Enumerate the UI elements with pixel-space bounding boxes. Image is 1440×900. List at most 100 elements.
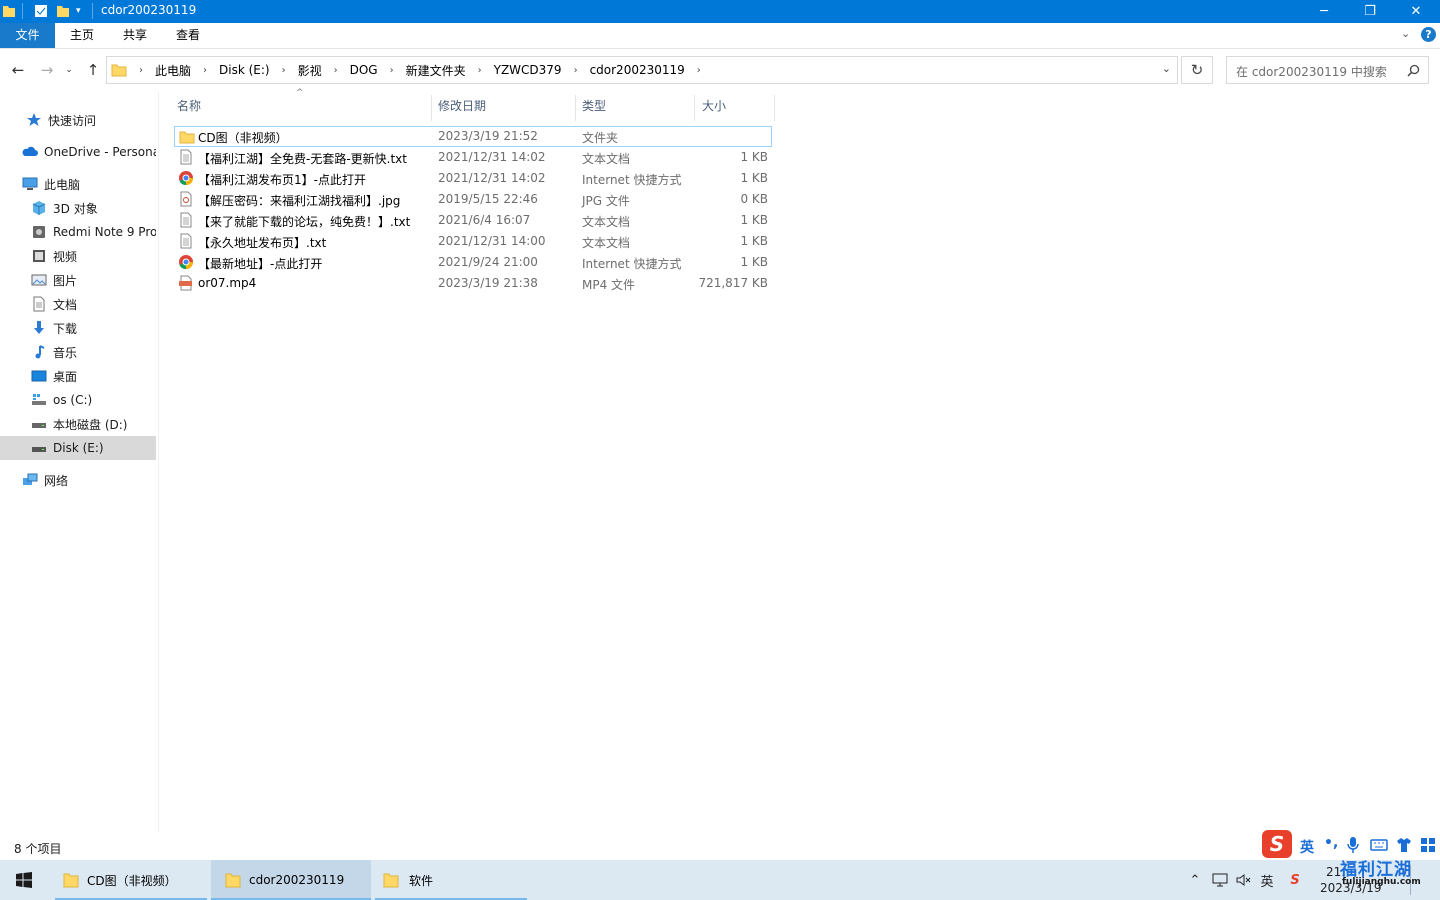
nav-drive-c[interactable]: os (C:) bbox=[0, 388, 156, 412]
chevron-right-icon[interactable]: › bbox=[282, 65, 286, 76]
chevron-right-icon[interactable]: › bbox=[697, 65, 701, 76]
start-button[interactable] bbox=[0, 860, 48, 900]
ime-language-toggle[interactable]: 英 bbox=[1300, 837, 1314, 857]
properties-icon[interactable] bbox=[34, 3, 48, 19]
chevron-right-icon[interactable]: › bbox=[478, 65, 482, 76]
address-history-dropdown-icon[interactable]: ⌄ bbox=[1162, 62, 1171, 75]
sogou-logo-icon[interactable]: S bbox=[1262, 830, 1292, 858]
nav-redmi-phone[interactable]: Redmi Note 9 Pro bbox=[0, 220, 156, 244]
file-row[interactable]: 【福利江湖发布页1】-点此打开 2021/12/31 14:02 Interne… bbox=[174, 168, 772, 189]
nav-drive-e[interactable]: Disk (E:) bbox=[0, 436, 156, 460]
computer-icon bbox=[22, 177, 38, 190]
tab-home[interactable]: 主页 bbox=[62, 23, 102, 48]
nav-drive-d[interactable]: 本地磁盘 (D:) bbox=[0, 412, 156, 436]
chevron-right-icon[interactable]: › bbox=[203, 65, 207, 76]
column-divider[interactable] bbox=[575, 95, 576, 121]
quick-access-dropdown-icon[interactable]: ▾ bbox=[76, 6, 81, 22]
forward-icon[interactable]: → bbox=[38, 61, 56, 79]
close-button[interactable]: ✕ bbox=[1393, 0, 1439, 23]
nav-3d-objects[interactable]: 3D 对象 bbox=[0, 196, 156, 220]
skin-shirt-icon[interactable] bbox=[1396, 837, 1412, 853]
toolbox-grid-icon[interactable] bbox=[1420, 837, 1436, 853]
chevron-right-icon[interactable]: › bbox=[390, 65, 394, 76]
file-row[interactable]: 【永久地址发布页】.txt 2021/12/31 14:00 文本文档 1 KB bbox=[174, 231, 772, 252]
column-divider[interactable] bbox=[431, 95, 432, 121]
chevron-right-icon[interactable]: › bbox=[574, 65, 578, 76]
chevron-right-icon[interactable]: › bbox=[139, 65, 143, 76]
column-divider[interactable] bbox=[774, 95, 775, 121]
column-divider[interactable] bbox=[694, 95, 695, 121]
nav-quick-access[interactable]: 快速访问 bbox=[0, 108, 156, 132]
tab-view[interactable]: 查看 bbox=[168, 23, 208, 48]
drive-icon bbox=[32, 394, 46, 405]
file-row[interactable]: or07.mp4 2023/3/19 21:38 MP4 文件 721,817 … bbox=[174, 273, 772, 294]
drive-icon bbox=[32, 447, 46, 452]
up-icon[interactable]: ↑ bbox=[84, 61, 102, 79]
refresh-button[interactable]: ↻ bbox=[1181, 56, 1213, 84]
new-folder-icon[interactable] bbox=[56, 3, 70, 19]
taskbar: CD图（非视频） cdor200230119 软件 ⌃ 英 S 21: 2023… bbox=[0, 860, 1440, 900]
taskbar-window-cd[interactable]: CD图（非视频） bbox=[55, 860, 207, 900]
phone-icon bbox=[33, 226, 45, 238]
search-placeholder: 在 cdor200230119 中搜索 bbox=[1236, 65, 1387, 79]
ime-punctuation-toggle[interactable]: •, bbox=[1324, 835, 1338, 851]
window-title: cdor200230119 bbox=[101, 3, 197, 17]
pane-divider[interactable] bbox=[158, 92, 159, 832]
nav-music[interactable]: 音乐 bbox=[0, 340, 156, 364]
file-row[interactable]: 【来了就能下载的论坛，纯免费！】.txt 2021/6/4 16:07 文本文档… bbox=[174, 210, 772, 231]
taskbar-window-cdor[interactable]: cdor200230119 bbox=[211, 860, 371, 900]
network-icon bbox=[23, 473, 38, 485]
address-bar[interactable]: › 此电脑 › Disk (E:) › 影视 › DOG › 新建文件夹 › Y… bbox=[106, 56, 1178, 84]
taskbar-window-software[interactable]: 软件 bbox=[375, 860, 527, 900]
network-status-icon[interactable] bbox=[1210, 860, 1230, 900]
crumb-current[interactable]: cdor200230119 bbox=[590, 63, 685, 77]
chevron-right-icon[interactable]: › bbox=[334, 65, 338, 76]
file-row[interactable]: 【福利江湖】全免费-无套路-更新快.txt 2021/12/31 14:02 文… bbox=[174, 147, 772, 168]
cloud-icon bbox=[22, 146, 38, 156]
nav-documents[interactable]: 文档 bbox=[0, 292, 156, 316]
folder-icon bbox=[383, 873, 399, 888]
minimize-button[interactable]: ─ bbox=[1301, 0, 1347, 23]
crumb-this-pc[interactable]: 此电脑 bbox=[155, 62, 191, 79]
tray-overflow-icon[interactable]: ⌃ bbox=[1186, 860, 1204, 900]
folder-icon bbox=[3, 6, 15, 17]
ribbon: 文件 主页 共享 查看 ⌄ ? bbox=[0, 23, 1440, 49]
volume-muted-icon[interactable] bbox=[1234, 860, 1254, 900]
nav-this-pc[interactable]: 此电脑 bbox=[0, 172, 156, 196]
keyboard-icon[interactable] bbox=[1370, 839, 1388, 851]
maximize-button[interactable]: ❐ bbox=[1347, 0, 1393, 23]
sogou-ime-icon[interactable]: S bbox=[1284, 860, 1306, 900]
chevron-down-icon[interactable]: ⌄ bbox=[1401, 27, 1410, 40]
nav-videos[interactable]: 视频 bbox=[0, 244, 156, 268]
file-row[interactable]: CD图（非视频） 2023/3/19 21:52 文件夹 bbox=[174, 126, 772, 147]
crumb-yzwcd379[interactable]: YZWCD379 bbox=[494, 63, 562, 77]
back-icon[interactable]: ← bbox=[9, 61, 27, 79]
file-row[interactable]: 【解压密码：来福利江湖找福利】.jpg 2019/5/15 22:46 JPG … bbox=[174, 189, 772, 210]
column-header-type[interactable]: 类型 bbox=[582, 95, 694, 119]
ime-mode-icon[interactable]: 英 bbox=[1257, 860, 1277, 900]
nav-pictures[interactable]: 图片 bbox=[0, 268, 156, 292]
crumb-video[interactable]: 影视 bbox=[298, 62, 322, 79]
nav-network[interactable]: 网络 bbox=[0, 468, 156, 492]
tab-file[interactable]: 文件 bbox=[0, 23, 55, 48]
file-row[interactable]: 【最新地址】-点此打开 2021/9/24 21:00 Internet 快捷方… bbox=[174, 252, 772, 273]
search-input[interactable]: 在 cdor200230119 中搜索 bbox=[1226, 56, 1429, 84]
column-header-name[interactable]: 名称 bbox=[177, 95, 431, 119]
column-header-date[interactable]: 修改日期 bbox=[438, 95, 575, 119]
text-file-icon bbox=[180, 149, 192, 165]
windows-logo-icon bbox=[16, 872, 32, 888]
microphone-icon[interactable] bbox=[1346, 836, 1360, 854]
column-header-size[interactable]: 大小 bbox=[702, 95, 774, 119]
crumb-new-folder[interactable]: 新建文件夹 bbox=[406, 62, 466, 79]
watermark-url: fulijianghu.com bbox=[1342, 877, 1421, 887]
search-icon[interactable] bbox=[1407, 64, 1420, 77]
help-icon[interactable]: ? bbox=[1421, 27, 1436, 42]
tab-share[interactable]: 共享 bbox=[115, 23, 155, 48]
nav-desktop[interactable]: 桌面 bbox=[0, 364, 156, 388]
nav-downloads[interactable]: 下载 bbox=[0, 316, 156, 340]
nav-onedrive[interactable]: OneDrive - Persona bbox=[0, 140, 156, 164]
crumb-dog[interactable]: DOG bbox=[350, 63, 378, 77]
crumb-disk-e[interactable]: Disk (E:) bbox=[219, 63, 270, 77]
drive-icon bbox=[32, 423, 46, 428]
recent-locations-icon[interactable]: ⌄ bbox=[63, 61, 75, 79]
